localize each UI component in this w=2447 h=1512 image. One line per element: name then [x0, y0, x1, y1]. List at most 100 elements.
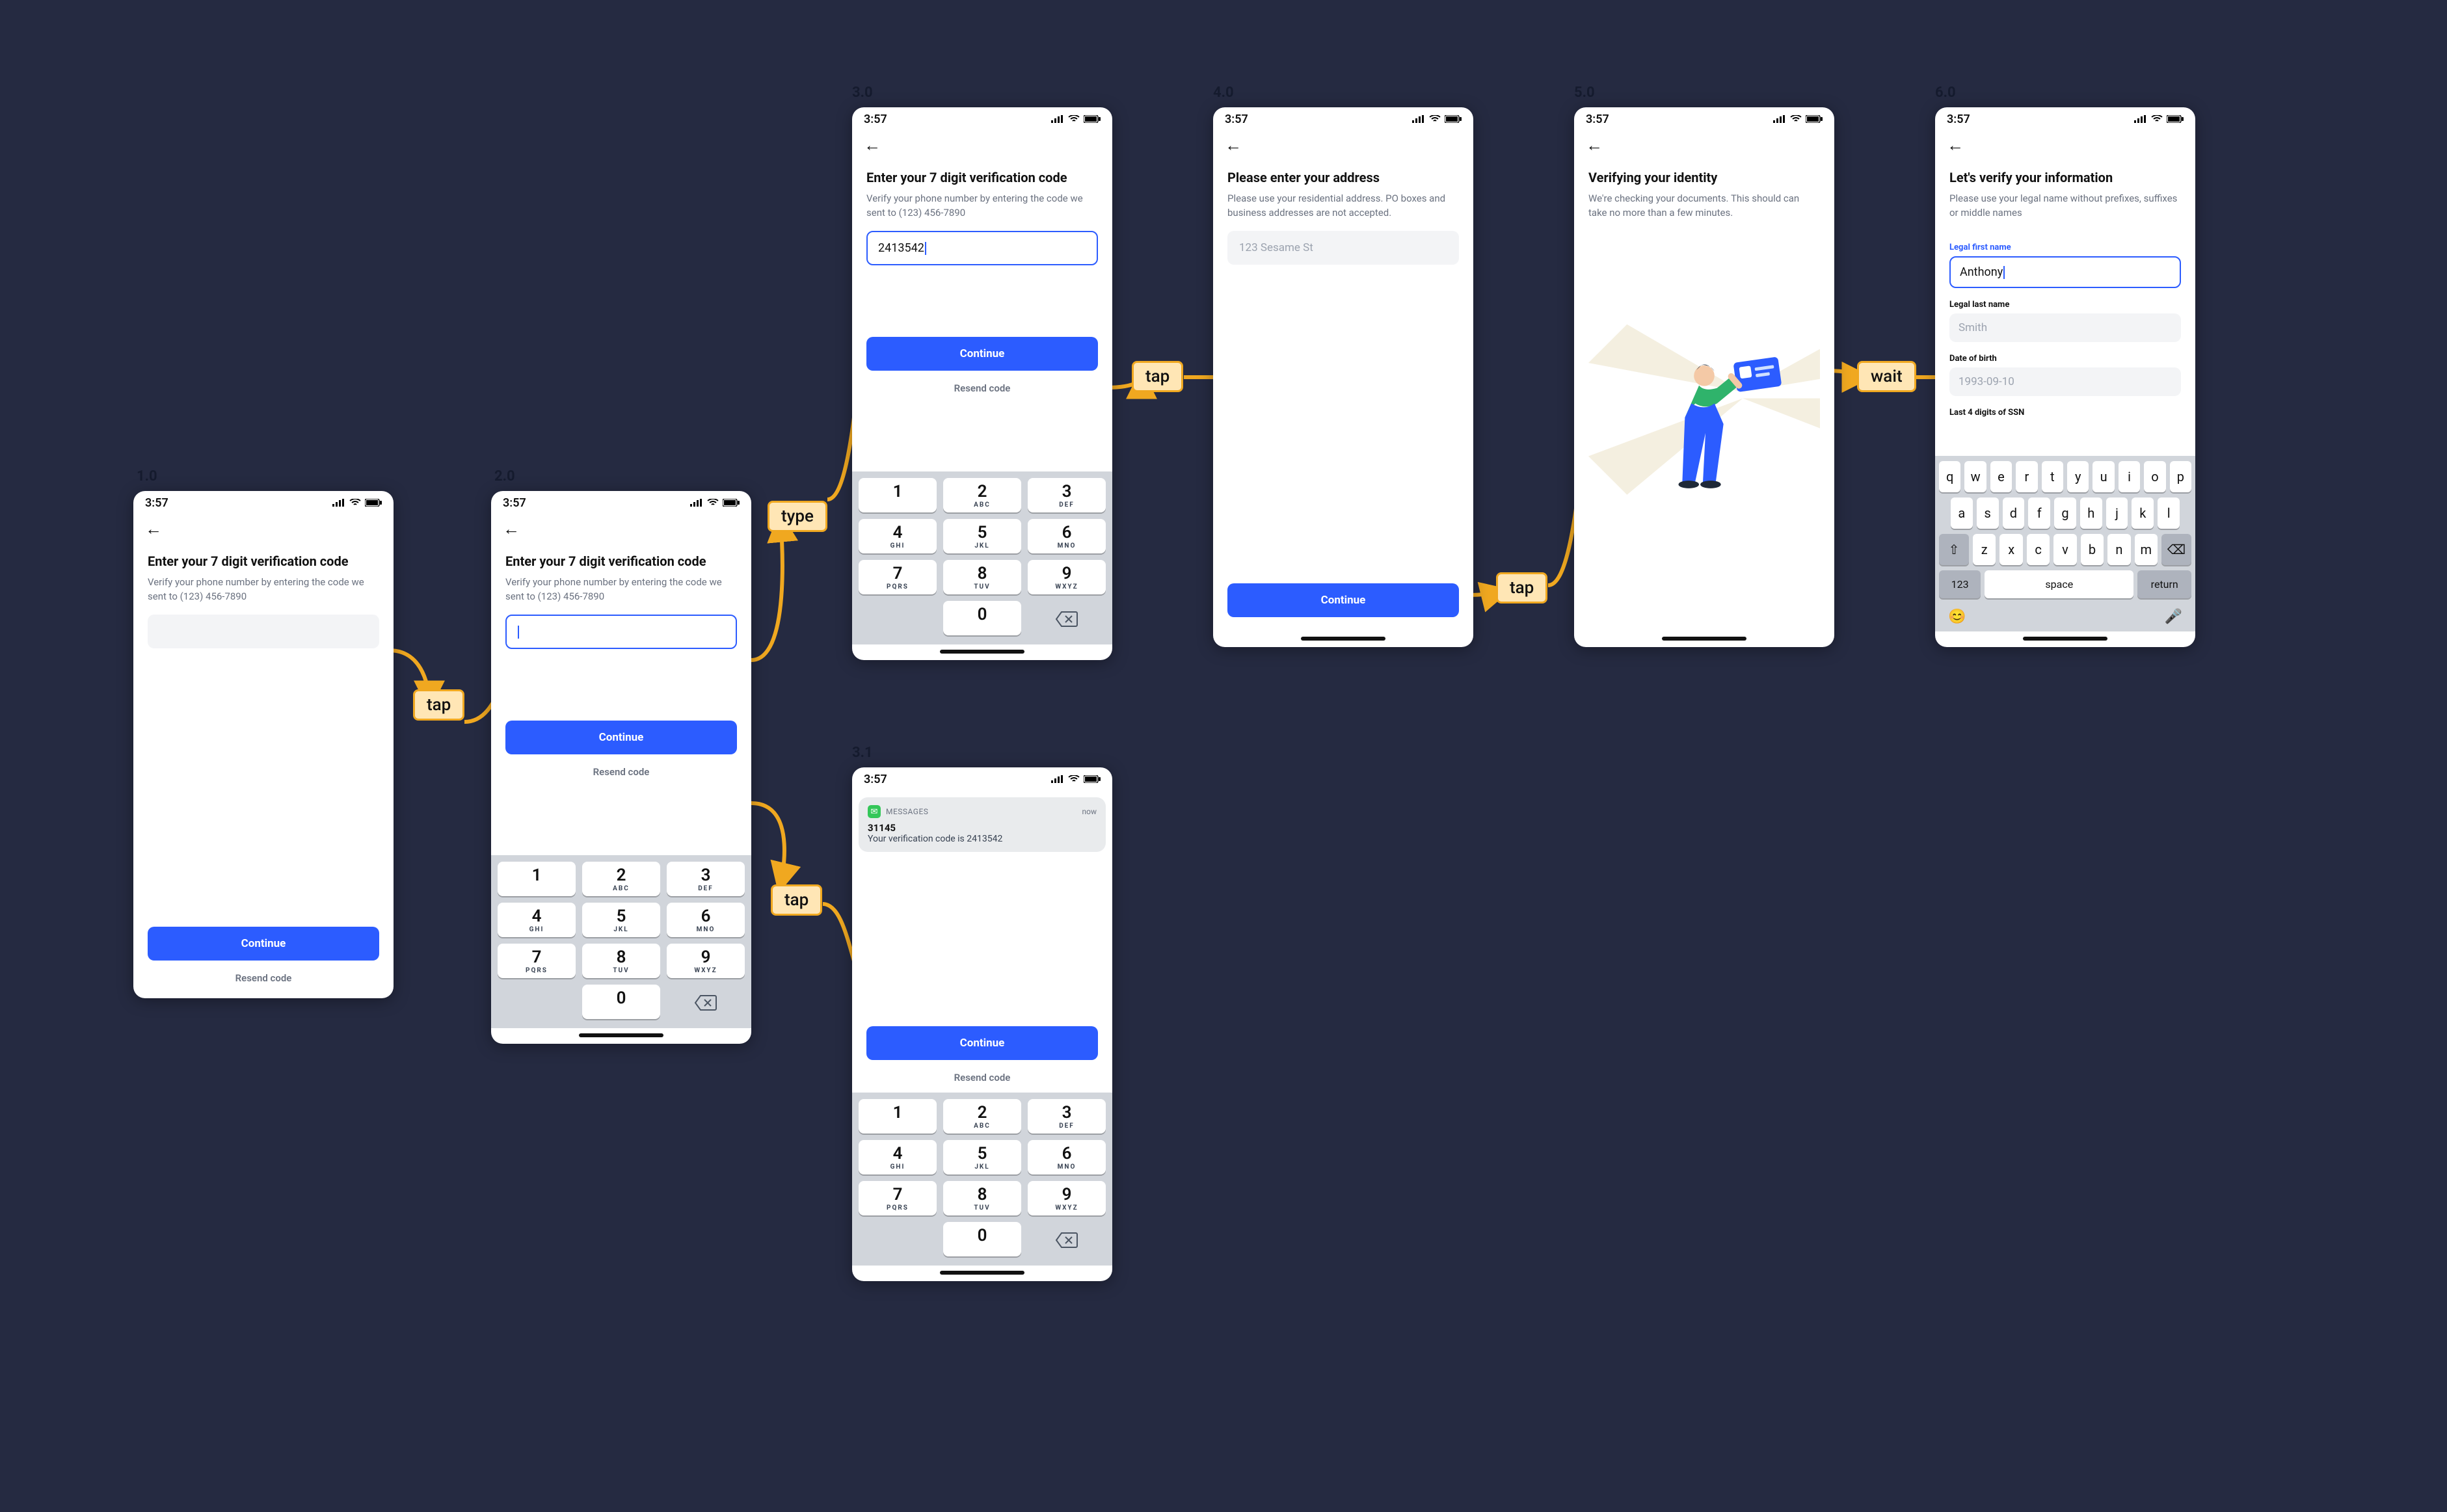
key-t[interactable]: t — [2042, 461, 2063, 492]
keypad-7[interactable]: 7PQRS — [498, 944, 576, 978]
keypad-8[interactable]: 8TUV — [943, 1181, 1021, 1215]
key-p[interactable]: p — [2170, 461, 2191, 492]
keypad-delete[interactable] — [1028, 601, 1106, 635]
keypad-5[interactable]: 5JKL — [582, 903, 660, 937]
keypad-5[interactable]: 5JKL — [943, 519, 1021, 553]
step-label-31: 3.1 — [852, 745, 873, 761]
dob-label: Date of birth — [1949, 354, 2181, 364]
resend-code-link[interactable]: Resend code — [866, 1072, 1098, 1083]
code-input[interactable] — [148, 615, 379, 648]
keypad-4[interactable]: 4GHI — [859, 519, 937, 553]
continue-button[interactable]: Continue — [866, 337, 1098, 371]
key-j[interactable]: j — [2106, 497, 2128, 529]
keypad-delete[interactable] — [667, 985, 745, 1019]
mic-icon[interactable]: 🎤 — [2165, 609, 2182, 625]
signal-icon — [2134, 115, 2147, 123]
key-r[interactable]: r — [2016, 461, 2037, 492]
address-input[interactable]: 123 Sesame St — [1227, 231, 1459, 265]
keypad-1[interactable]: 1 — [498, 862, 576, 896]
qwerty-keyboard: q w e r t y u i o p a s d f g h j k l — [1935, 456, 2195, 631]
keypad-0[interactable]: 0 — [943, 601, 1021, 635]
key-v[interactable]: v — [2053, 534, 2076, 565]
keypad-5[interactable]: 5JKL — [943, 1140, 1021, 1174]
battery-icon — [723, 499, 740, 507]
keypad-9[interactable]: 9WXYZ — [1028, 560, 1106, 594]
key-e[interactable]: e — [1990, 461, 2012, 492]
key-a[interactable]: a — [1951, 497, 1973, 529]
key-z[interactable]: z — [1973, 534, 1996, 565]
back-icon[interactable]: ← — [1586, 136, 1603, 155]
status-bar: 3:57 — [1213, 107, 1473, 131]
dob-input[interactable]: 1993-09-10 — [1949, 367, 2181, 396]
keypad-2[interactable]: 2ABC — [943, 478, 1021, 512]
keypad-3[interactable]: 3DEF — [1028, 478, 1106, 512]
first-name-input[interactable]: Anthony — [1949, 256, 2181, 288]
keypad-3[interactable]: 3DEF — [1028, 1099, 1106, 1134]
key-backspace[interactable]: ⌫ — [2161, 534, 2191, 565]
key-n[interactable]: n — [2107, 534, 2130, 565]
continue-button[interactable]: Continue — [1227, 583, 1459, 617]
back-icon[interactable]: ← — [145, 520, 162, 539]
key-q[interactable]: q — [1939, 461, 1960, 492]
continue-button[interactable]: Continue — [866, 1026, 1098, 1060]
keypad-delete[interactable] — [1028, 1222, 1106, 1256]
page-title: Enter your 7 digit verification code — [148, 553, 379, 569]
keypad-7[interactable]: 7PQRS — [859, 560, 937, 594]
key-g[interactable]: g — [2054, 497, 2076, 529]
key-d[interactable]: d — [2003, 497, 2025, 529]
continue-button[interactable]: Continue — [505, 721, 737, 754]
keypad-6[interactable]: 6MNO — [1028, 1140, 1106, 1174]
keypad-0[interactable]: 0 — [943, 1222, 1021, 1256]
keypad-4[interactable]: 4GHI — [859, 1140, 937, 1174]
keypad-3[interactable]: 3DEF — [667, 862, 745, 896]
keypad-7[interactable]: 7PQRS — [859, 1181, 937, 1215]
code-input[interactable] — [505, 615, 737, 649]
key-x[interactable]: x — [1999, 534, 2022, 565]
key-space[interactable]: space — [1985, 570, 2133, 598]
back-icon[interactable]: ← — [503, 520, 520, 539]
messages-app-icon: ✉ — [868, 805, 881, 818]
keypad-8[interactable]: 8TUV — [943, 560, 1021, 594]
key-i[interactable]: i — [2119, 461, 2140, 492]
emoji-icon[interactable]: 😊 — [1948, 609, 1966, 625]
key-shift[interactable]: ⇧ — [1939, 534, 1969, 565]
notification-banner[interactable]: ✉ MESSAGES now 31145 Your verification c… — [859, 797, 1106, 852]
phone-6: 3:57 ← Let's verify your information Ple… — [1935, 107, 2195, 647]
keypad-6[interactable]: 6MNO — [667, 903, 745, 937]
continue-button[interactable]: Continue — [148, 927, 379, 961]
key-k[interactable]: k — [2132, 497, 2154, 529]
battery-icon — [365, 499, 382, 507]
keypad-9[interactable]: 9WXYZ — [1028, 1181, 1106, 1215]
key-w[interactable]: w — [1964, 461, 1986, 492]
key-return[interactable]: return — [2137, 570, 2191, 598]
resend-code-link[interactable]: Resend code — [148, 972, 379, 984]
keypad-2[interactable]: 2ABC — [582, 862, 660, 896]
key-y[interactable]: y — [2067, 461, 2089, 492]
key-o[interactable]: o — [2144, 461, 2165, 492]
keypad-4[interactable]: 4GHI — [498, 903, 576, 937]
resend-code-link[interactable]: Resend code — [866, 382, 1098, 394]
back-icon[interactable]: ← — [1225, 136, 1242, 155]
keypad-1[interactable]: 1 — [859, 478, 937, 512]
keypad-0[interactable]: 0 — [582, 985, 660, 1019]
key-h[interactable]: h — [2080, 497, 2102, 529]
back-icon[interactable]: ← — [1947, 136, 1964, 155]
key-b[interactable]: b — [2081, 534, 2104, 565]
keypad-6[interactable]: 6MNO — [1028, 519, 1106, 553]
key-m[interactable]: m — [2135, 534, 2158, 565]
home-indicator — [1301, 637, 1385, 641]
key-u[interactable]: u — [2093, 461, 2114, 492]
last-name-input[interactable]: Smith — [1949, 313, 2181, 342]
keypad-9[interactable]: 9WXYZ — [667, 944, 745, 978]
key-l[interactable]: l — [2158, 497, 2180, 529]
key-s[interactable]: s — [1977, 497, 1999, 529]
key-f[interactable]: f — [2028, 497, 2050, 529]
keypad-2[interactable]: 2ABC — [943, 1099, 1021, 1134]
code-input[interactable]: 2413542 — [866, 231, 1098, 265]
resend-code-link[interactable]: Resend code — [505, 766, 737, 778]
key-c[interactable]: c — [2027, 534, 2050, 565]
back-icon[interactable]: ← — [864, 136, 881, 155]
keypad-1[interactable]: 1 — [859, 1099, 937, 1134]
key-123[interactable]: 123 — [1939, 570, 1981, 598]
keypad-8[interactable]: 8TUV — [582, 944, 660, 978]
